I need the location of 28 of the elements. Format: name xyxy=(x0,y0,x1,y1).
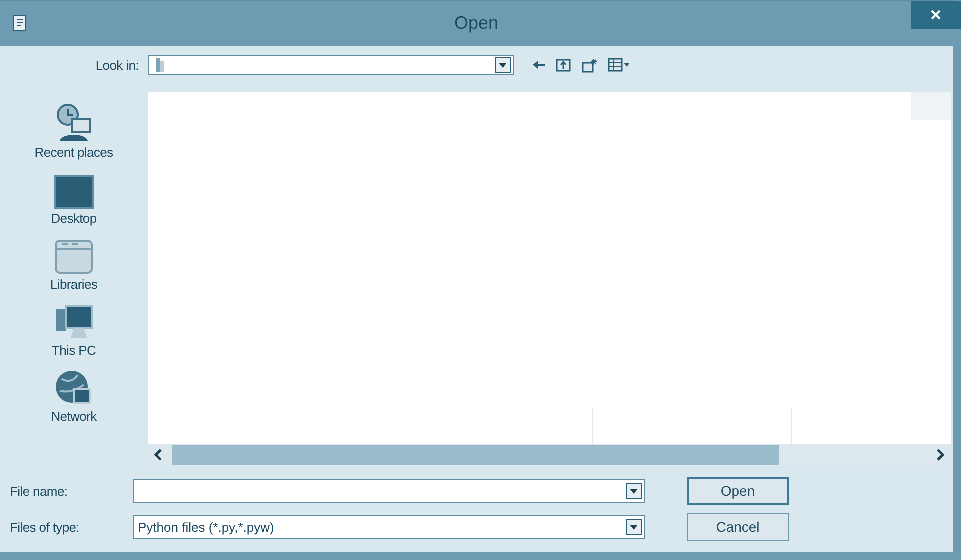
up-folder-icon[interactable] xyxy=(556,58,572,72)
place-item[interactable]: This PC xyxy=(52,292,96,358)
file-name-label: File name: xyxy=(9,484,69,498)
place-item[interactable]: Network xyxy=(51,358,97,424)
close-button[interactable] xyxy=(911,1,961,29)
window-title: Open xyxy=(454,13,499,34)
monitor-icon xyxy=(54,175,94,209)
back-arrow-icon[interactable] xyxy=(532,59,546,71)
scroll-left-icon[interactable] xyxy=(154,449,164,461)
file-type-label: Files of type: xyxy=(9,520,80,534)
file-name-field[interactable] xyxy=(133,479,645,503)
look-in-dropdown[interactable] xyxy=(148,55,514,75)
view-menu-icon[interactable] xyxy=(608,58,630,72)
close-icon xyxy=(930,9,942,21)
library-folder-icon xyxy=(54,239,94,275)
file-type-dropdown[interactable]: Python files (*.py,*.pyw) xyxy=(133,515,645,539)
place-item[interactable]: Desktop xyxy=(51,160,97,226)
folder-icon xyxy=(153,56,167,74)
new-folder-icon[interactable] xyxy=(582,58,598,72)
scrollbar-thumb[interactable] xyxy=(172,445,779,465)
place-item[interactable]: Recent places xyxy=(34,94,114,160)
cancel-button[interactable]: Cancel xyxy=(687,513,789,541)
globe-computer-icon xyxy=(54,369,94,407)
open-button[interactable]: Open xyxy=(687,477,789,505)
place-item[interactable]: Libraries xyxy=(50,226,98,292)
computer-icon xyxy=(54,305,94,341)
scroll-right-icon[interactable] xyxy=(935,449,945,461)
look-in-label: Look in: xyxy=(94,58,140,72)
